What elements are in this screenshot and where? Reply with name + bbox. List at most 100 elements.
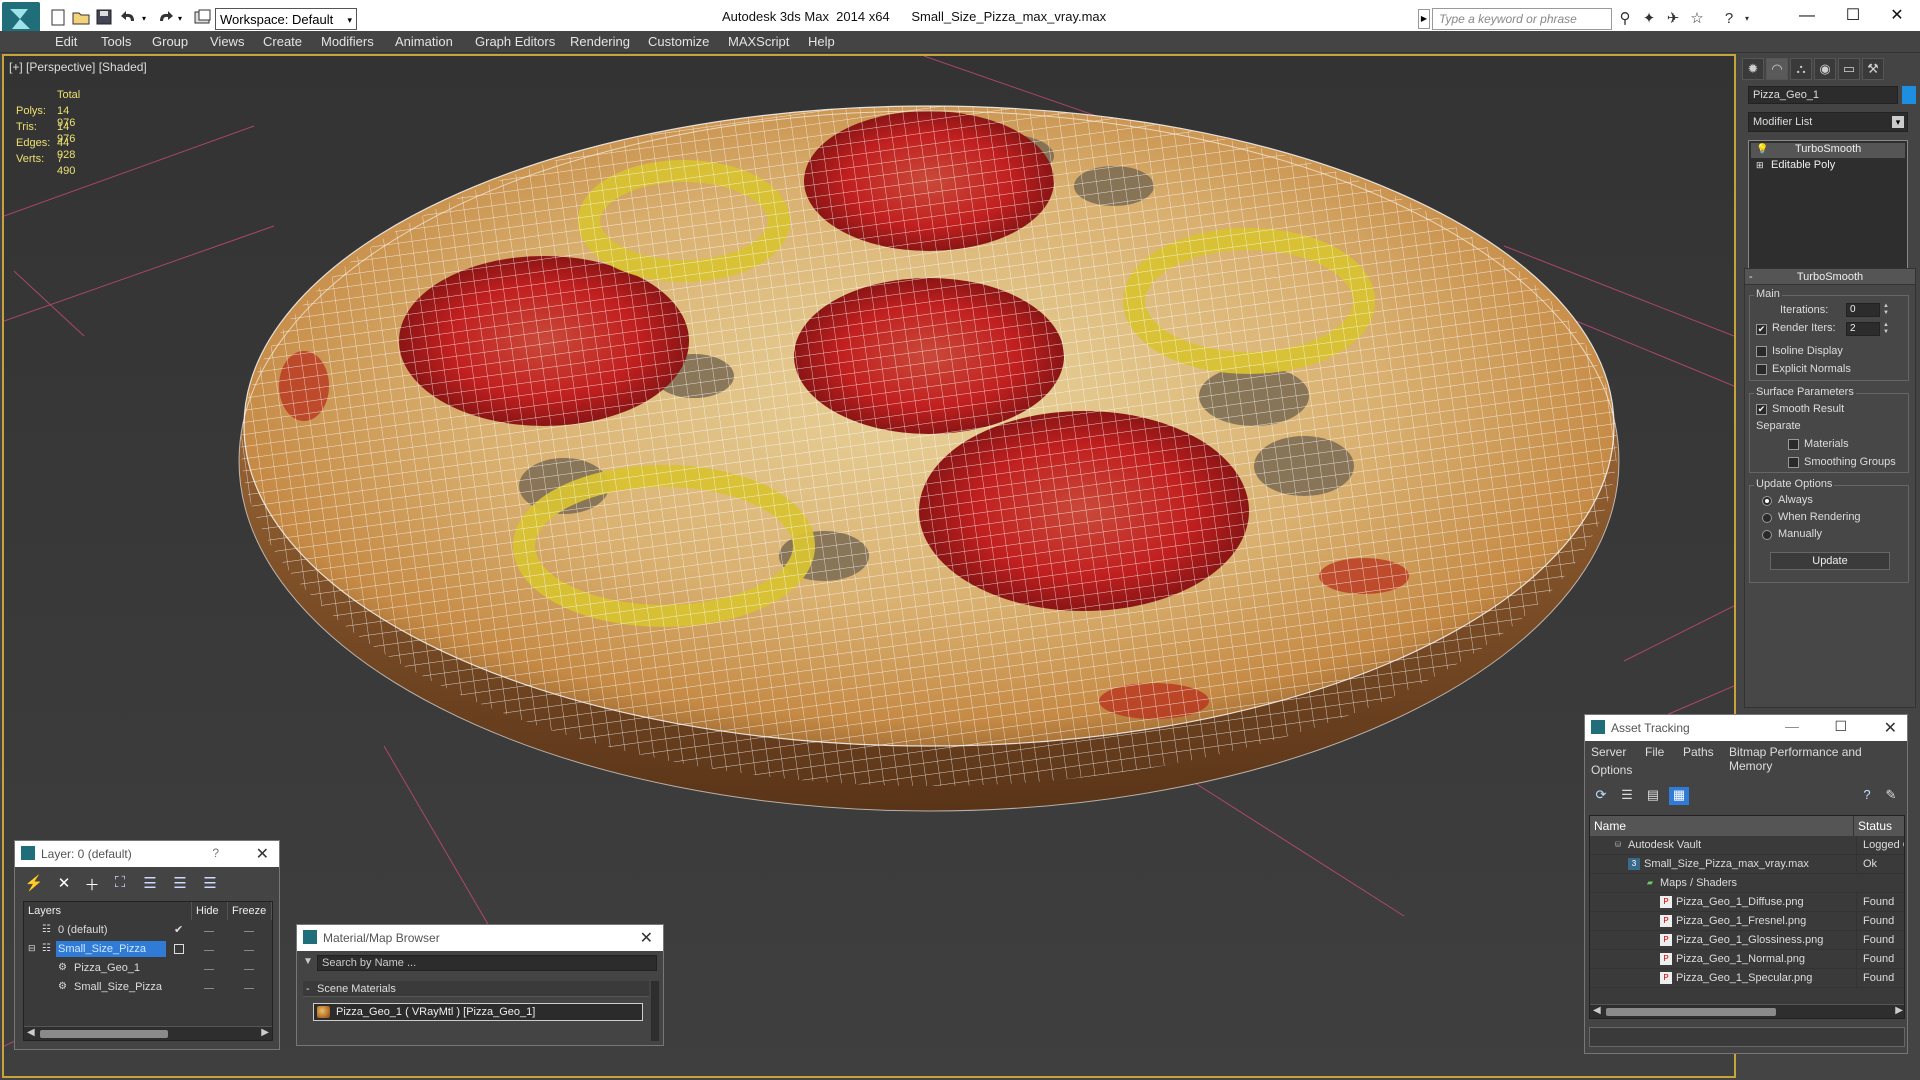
create-tab-icon[interactable]: ✹ bbox=[1742, 58, 1764, 80]
search-input[interactable]: Type a keyword or phrase bbox=[1432, 8, 1612, 30]
delete-layer-icon[interactable]: ✕ bbox=[53, 874, 75, 894]
render-iters-spinner[interactable]: 2 bbox=[1846, 322, 1880, 336]
hide-toggle[interactable] bbox=[204, 988, 214, 989]
scroll-left-icon[interactable]: ◀ bbox=[1593, 1005, 1601, 1016]
subscription-icon[interactable]: ✦ bbox=[1640, 10, 1658, 28]
favorites-star-icon[interactable]: ☆ bbox=[1688, 10, 1706, 28]
layer-row[interactable]: ⚙ Small_Size_Pizza bbox=[24, 979, 272, 997]
list-view-icon[interactable]: ☰ bbox=[1617, 787, 1637, 805]
menu-paths[interactable]: Paths bbox=[1683, 745, 1714, 759]
scrollbar-thumb[interactable] bbox=[40, 1030, 168, 1038]
hide-toggle[interactable] bbox=[204, 931, 214, 932]
explicit-normals-checkbox[interactable] bbox=[1756, 364, 1767, 375]
help-icon[interactable]: ? bbox=[1720, 10, 1738, 28]
hide-all-icon[interactable]: ☰ bbox=[169, 874, 191, 894]
project-folder-icon[interactable] bbox=[194, 9, 212, 27]
freeze-toggle[interactable] bbox=[244, 988, 254, 989]
close-icon[interactable]: ✕ bbox=[256, 844, 269, 864]
modify-tab-icon[interactable]: ◠ bbox=[1766, 58, 1788, 80]
add-selection-icon[interactable]: ＋ bbox=[81, 874, 103, 894]
menu-group[interactable]: Group bbox=[152, 34, 188, 49]
render-iters-checkbox[interactable]: ✔ bbox=[1756, 324, 1767, 335]
layer-row[interactable]: ⊟ ☷ Small_Size_Pizza bbox=[24, 941, 272, 959]
asset-tracking-titlebar[interactable]: Asset Tracking — ☐ ✕ bbox=[1585, 715, 1907, 741]
scrollbar-thumb[interactable] bbox=[1606, 1008, 1776, 1016]
asset-row[interactable]: P Pizza_Geo_1_Specular.png Found bbox=[1590, 969, 1904, 988]
spinner-arrows-icon[interactable]: ▲ ▼ bbox=[1882, 322, 1890, 336]
asset-row[interactable]: P Pizza_Geo_1_Normal.png Found bbox=[1590, 950, 1904, 969]
collapse-icon[interactable]: - bbox=[1749, 269, 1753, 285]
menu-help[interactable]: Help bbox=[808, 34, 835, 49]
horizontal-scrollbar[interactable]: ◀ ▶ bbox=[1590, 1004, 1904, 1018]
material-browser-titlebar[interactable]: Material/Map Browser ✕ bbox=[297, 925, 663, 951]
refresh-icon[interactable]: ⟳ bbox=[1591, 787, 1611, 805]
motion-tab-icon[interactable]: ◉ bbox=[1814, 58, 1836, 80]
lightbulb-icon[interactable]: 💡 bbox=[1756, 144, 1768, 155]
undo-icon[interactable] bbox=[120, 9, 138, 27]
select-objects-icon[interactable]: ⛶ bbox=[109, 874, 131, 894]
menu-customize[interactable]: Customize bbox=[648, 34, 709, 49]
help-dropdown-icon[interactable]: ▾ bbox=[1738, 10, 1756, 28]
menu-modifiers[interactable]: Modifiers bbox=[321, 34, 374, 49]
manually-radio[interactable] bbox=[1762, 530, 1772, 540]
collapse-icon[interactable]: - bbox=[306, 981, 310, 997]
column-header-hide[interactable]: Hide bbox=[192, 902, 228, 920]
highlight-layer-icon[interactable]: ☰ bbox=[139, 874, 161, 894]
menu-file[interactable]: File bbox=[1645, 745, 1664, 759]
hide-toggle[interactable] bbox=[204, 950, 214, 951]
stack-item-editable-poly[interactable]: ⊞ Editable Poly bbox=[1751, 159, 1905, 174]
asset-row[interactable]: 3 Small_Size_Pizza_max_vray.max Ok bbox=[1590, 855, 1904, 874]
settings-icon[interactable]: ✎ bbox=[1881, 787, 1901, 805]
table-view-icon[interactable]: ▦ bbox=[1669, 787, 1689, 805]
layer-window-titlebar[interactable]: Layer: 0 (default) ? ✕ bbox=[15, 841, 279, 867]
workspace-select[interactable]: Workspace: Default ▾ bbox=[215, 8, 357, 30]
freeze-toggle[interactable] bbox=[244, 950, 254, 951]
freeze-toggle[interactable] bbox=[244, 969, 254, 970]
close-button[interactable]: ✕ bbox=[1874, 0, 1920, 32]
menu-bitmap-performance[interactable]: Bitmap Performance and Memory bbox=[1729, 745, 1907, 773]
viewport-label[interactable]: [+] [Perspective] [Shaded] bbox=[9, 60, 147, 74]
freeze-all-icon[interactable]: ☰ bbox=[199, 874, 221, 894]
collapse-minus-icon[interactable]: ⊟ bbox=[28, 943, 36, 954]
scroll-left-icon[interactable]: ◀ bbox=[27, 1027, 35, 1038]
create-layer-icon[interactable]: ⚡ bbox=[23, 874, 45, 894]
column-header-status[interactable]: Status bbox=[1854, 816, 1904, 836]
redo-icon[interactable] bbox=[156, 9, 174, 27]
help-icon[interactable]: ? bbox=[212, 846, 219, 860]
material-search-input[interactable]: Search by Name ... bbox=[317, 955, 657, 971]
asset-row[interactable]: P Pizza_Geo_1_Fresnel.png Found bbox=[1590, 912, 1904, 931]
scene-materials-section[interactable]: - Scene Materials bbox=[303, 981, 649, 997]
search-expand-icon[interactable]: ▶ bbox=[1418, 9, 1430, 29]
tree-view-icon[interactable]: ▤ bbox=[1643, 787, 1663, 805]
rollout-header[interactable]: - TurboSmooth bbox=[1745, 269, 1915, 285]
menu-edit[interactable]: Edit bbox=[55, 34, 77, 49]
column-header-name[interactable]: Name bbox=[1590, 816, 1854, 836]
open-file-icon[interactable] bbox=[72, 9, 90, 27]
horizontal-scrollbar[interactable]: ◀ ▶ bbox=[24, 1026, 272, 1040]
hide-toggle[interactable] bbox=[204, 969, 214, 970]
minimize-icon[interactable]: — bbox=[1785, 718, 1799, 734]
asset-row[interactable]: ⛁ Autodesk Vault Logged O bbox=[1590, 836, 1904, 855]
iterations-spinner[interactable]: 0 bbox=[1846, 303, 1880, 317]
help-icon[interactable]: ? bbox=[1857, 787, 1877, 805]
layer-row[interactable]: ⚙ Pizza_Geo_1 bbox=[24, 960, 272, 978]
set-current-box[interactable] bbox=[174, 944, 184, 954]
scroll-right-icon[interactable]: ▶ bbox=[261, 1027, 269, 1038]
menu-rendering[interactable]: Rendering bbox=[570, 34, 630, 49]
minimize-button[interactable]: — bbox=[1784, 0, 1830, 32]
display-tab-icon[interactable]: ▭ bbox=[1838, 58, 1860, 80]
close-icon[interactable]: ✕ bbox=[1884, 718, 1897, 738]
smooth-result-checkbox[interactable]: ✔ bbox=[1756, 404, 1767, 415]
filter-dropdown-icon[interactable]: ▼ bbox=[303, 956, 313, 967]
asset-row[interactable]: P Pizza_Geo_1_Glossiness.png Found bbox=[1590, 931, 1904, 950]
update-button[interactable]: Update bbox=[1770, 552, 1890, 570]
object-color-swatch[interactable] bbox=[1902, 86, 1916, 104]
column-header-layers[interactable]: Layers bbox=[24, 902, 192, 920]
isoline-display-checkbox[interactable] bbox=[1756, 346, 1767, 357]
material-item[interactable]: Pizza_Geo_1 ( VRayMtl ) [Pizza_Geo_1] bbox=[313, 1003, 643, 1021]
maximize-button[interactable]: ☐ bbox=[1830, 0, 1876, 32]
maximize-icon[interactable]: ☐ bbox=[1834, 718, 1847, 735]
menu-graph-editors[interactable]: Graph Editors bbox=[475, 34, 555, 49]
menu-animation[interactable]: Animation bbox=[395, 34, 453, 49]
smoothing-groups-checkbox[interactable] bbox=[1788, 457, 1799, 468]
